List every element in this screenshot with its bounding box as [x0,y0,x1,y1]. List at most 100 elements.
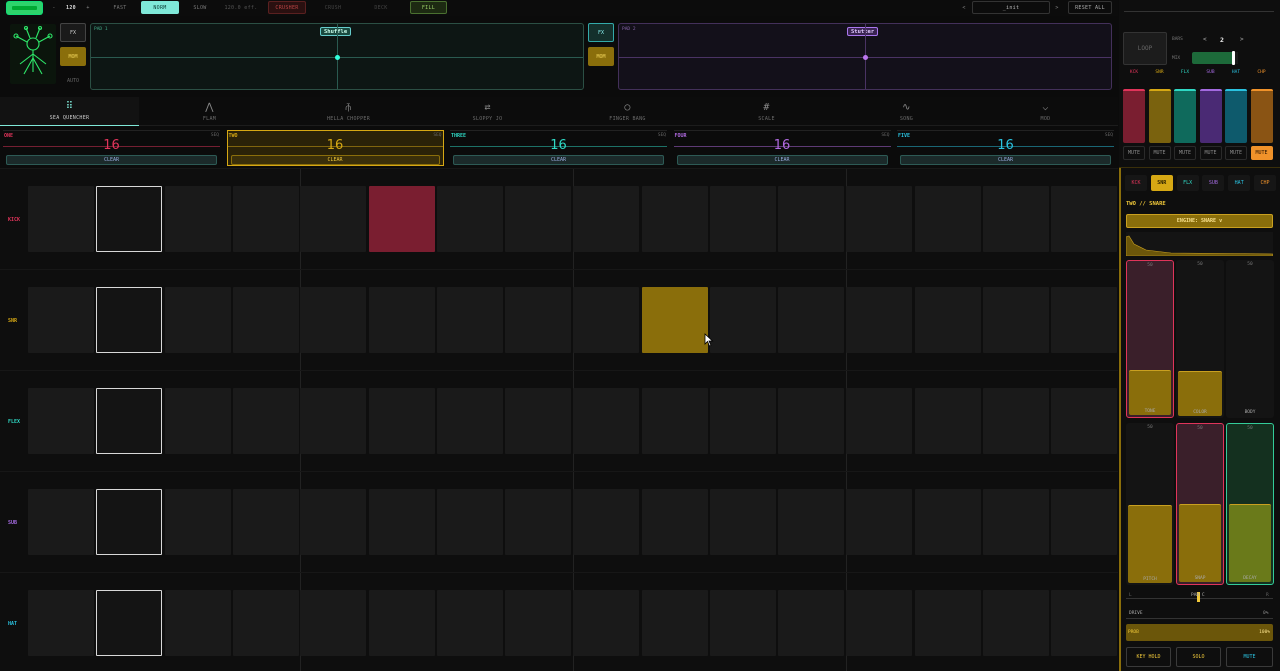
step-cell[interactable] [1051,590,1117,656]
step-cell[interactable] [369,186,435,252]
mute-button[interactable]: MUTE [1226,647,1273,667]
pad2-fx-button[interactable]: FX [588,23,614,42]
preset-prev-button[interactable]: < [960,1,968,14]
step-cell[interactable] [1051,287,1117,353]
step-cell[interactable] [165,186,231,252]
param-slider-color[interactable]: 50 COLOR [1176,260,1224,418]
mixer-mute-button[interactable]: MUTE [1174,146,1196,160]
step-cell[interactable] [369,489,435,555]
pattern-clear-button[interactable]: CLEAR [900,155,1111,165]
instrument-tab[interactable]: CHP [1254,175,1276,191]
step-cell[interactable] [233,590,299,656]
step-cell[interactable] [846,388,912,454]
step-cell[interactable] [505,489,571,555]
step-cell[interactable] [983,590,1049,656]
step-cell[interactable] [642,287,708,353]
step-cell[interactable] [1051,388,1117,454]
step-cell[interactable] [165,287,231,353]
step-cell[interactable] [573,590,639,656]
engine-select[interactable]: ENGINE: SNARE v [1126,214,1273,228]
pattern-slot[interactable]: FIVE SEQ 16 CLEAR [897,130,1114,166]
step-cell[interactable] [233,388,299,454]
tab-mod[interactable]: ⌵ MOD [976,97,1115,126]
step-cell[interactable] [573,489,639,555]
step-cell[interactable] [437,186,503,252]
step-cell[interactable] [28,489,94,555]
mixer-mute-button[interactable]: MUTE [1123,146,1145,160]
step-cell[interactable] [642,590,708,656]
step-cell[interactable] [1051,489,1117,555]
drive-slider[interactable] [1126,618,1273,619]
preset-name[interactable]: _init [972,1,1050,14]
bars-decrease-button[interactable]: < [1203,36,1207,43]
deck-button[interactable]: DECK [362,1,400,14]
prob-slider[interactable]: PROB 100% [1126,624,1273,641]
crusher-button[interactable]: CRUSHER [268,1,306,14]
pad2-mode[interactable]: Stutter [847,27,879,36]
step-cell[interactable] [369,287,435,353]
mixer-fader[interactable] [1225,89,1247,143]
step-cell[interactable] [710,388,776,454]
step-cell[interactable] [778,489,844,555]
step-cell[interactable] [778,590,844,656]
step-cell[interactable] [96,388,162,454]
mixer-fader[interactable] [1174,89,1196,143]
pad1-mode[interactable]: Shuffle [320,27,352,36]
step-cell[interactable] [300,287,366,353]
bars-value[interactable]: 2 [1220,36,1224,44]
step-cell[interactable] [642,489,708,555]
pad2-cursor[interactable] [863,55,868,60]
step-cell[interactable] [233,489,299,555]
instrument-tab[interactable]: HAT [1228,175,1251,191]
reset-all-button[interactable]: RESET ALL [1068,1,1112,14]
step-cell[interactable] [437,489,503,555]
loop-button[interactable]: LOOP [1123,32,1167,65]
param-slider-tone[interactable]: 50 TONE [1126,260,1174,418]
mixer-fader[interactable] [1199,89,1222,143]
pad1-auto-button[interactable]: AUTO [60,71,86,90]
pad1-fx-button[interactable]: FX [60,23,86,42]
step-cell[interactable] [573,388,639,454]
step-cell[interactable] [573,287,639,353]
step-cell[interactable] [983,388,1049,454]
tab-hella-chopper[interactable]: ⫚ HELLA CHOPPER [279,97,418,126]
step-cell[interactable] [505,590,571,656]
pattern-clear-button[interactable]: CLEAR [230,155,440,165]
step-cell[interactable] [437,590,503,656]
pad1-mom-button[interactable]: MOM [60,47,86,66]
tab-sea-quencher[interactable]: ⠿ SEA QUENCHER [0,97,139,126]
step-cell[interactable] [28,186,94,252]
pattern-clear-button[interactable]: CLEAR [676,155,888,165]
step-cell[interactable] [983,489,1049,555]
step-cell[interactable] [28,388,94,454]
step-cell[interactable] [505,186,571,252]
step-cell[interactable] [915,590,981,656]
tab-song[interactable]: ∿ SONG [837,97,976,126]
step-cell[interactable] [300,489,366,555]
pattern-clear-button[interactable]: CLEAR [453,155,664,165]
step-cell[interactable] [300,590,366,656]
step-cell[interactable] [983,287,1049,353]
step-cell[interactable] [165,590,231,656]
mixer-fader[interactable] [1148,89,1171,143]
step-cell[interactable] [846,489,912,555]
step-cell[interactable] [710,489,776,555]
step-cell[interactable] [300,186,366,252]
tab-scale[interactable]: # SCALE [697,97,836,126]
step-cell[interactable] [983,186,1049,252]
step-cell[interactable] [846,590,912,656]
param-slider-pitch[interactable]: 50 PITCH [1126,423,1174,585]
pattern-length[interactable]: 16 [228,138,443,153]
mixer-mute-button[interactable]: MUTE [1250,146,1273,160]
pad1-cursor[interactable] [335,55,340,60]
key-hold-button[interactable]: KEY HOLD [1126,647,1171,667]
pattern-slot[interactable]: TWO SEQ 16 CLEAR [226,130,444,166]
step-cell[interactable] [96,489,162,555]
instrument-tab[interactable]: SNR [1150,175,1173,191]
step-cell[interactable] [778,388,844,454]
step-cell[interactable] [505,388,571,454]
step-cell[interactable] [915,388,981,454]
preset-next-button[interactable]: > [1053,1,1061,14]
power-toggle[interactable] [7,2,42,14]
step-cell[interactable] [710,287,776,353]
